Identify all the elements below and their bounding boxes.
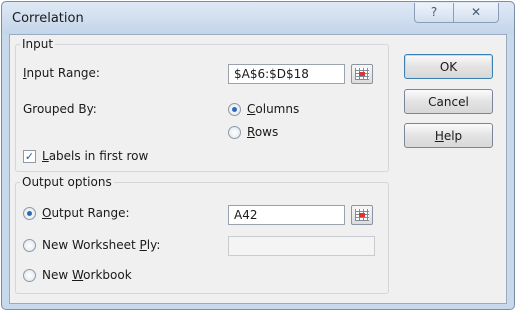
- dialog-title: Correlation: [12, 11, 84, 26]
- labels-in-first-row-label: Labels in first row: [42, 149, 149, 163]
- help-button[interactable]: Help: [404, 123, 493, 148]
- correlation-dialog: Correlation ? ✕ Input Input Range: $A$6:…: [1, 1, 515, 310]
- grouped-by-label: Grouped By:: [23, 102, 97, 116]
- cancel-button[interactable]: Cancel: [404, 89, 493, 114]
- output-range-selector-button[interactable]: [351, 205, 373, 225]
- new-worksheet-ply-label: New Worksheet Ply:: [42, 238, 161, 252]
- new-workbook-label: New Workbook: [42, 268, 132, 282]
- range-selector-icon: [355, 68, 369, 80]
- help-question-icon[interactable]: ?: [414, 3, 454, 23]
- new-worksheet-ply-field[interactable]: [228, 236, 375, 256]
- title-bar: Correlation ? ✕: [2, 2, 514, 34]
- range-selector-icon: [355, 209, 369, 221]
- output-options-legend: Output options: [22, 175, 112, 189]
- output-range-field[interactable]: A42: [228, 205, 345, 225]
- input-range-label: Input Range:: [23, 66, 100, 80]
- close-icon[interactable]: ✕: [453, 3, 499, 23]
- input-range-selector-button[interactable]: [351, 64, 373, 84]
- new-worksheet-ply-radio[interactable]: [23, 239, 36, 252]
- output-range-radio[interactable]: [23, 207, 36, 220]
- output-range-label: Output Range:: [42, 206, 130, 220]
- input-range-field[interactable]: $A$6:$D$18: [228, 64, 345, 84]
- input-group-legend: Input: [22, 37, 54, 51]
- new-workbook-radio[interactable]: [23, 269, 36, 282]
- rows-radio[interactable]: [228, 126, 241, 139]
- columns-label: Columns: [247, 102, 300, 116]
- dialog-body: Input Input Range: $A$6:$D$18 Grouped By…: [9, 34, 507, 304]
- columns-radio[interactable]: [228, 103, 241, 116]
- labels-in-first-row-checkbox[interactable]: ✓: [23, 150, 36, 163]
- ok-button[interactable]: OK: [404, 54, 493, 79]
- rows-label: Rows: [247, 125, 279, 139]
